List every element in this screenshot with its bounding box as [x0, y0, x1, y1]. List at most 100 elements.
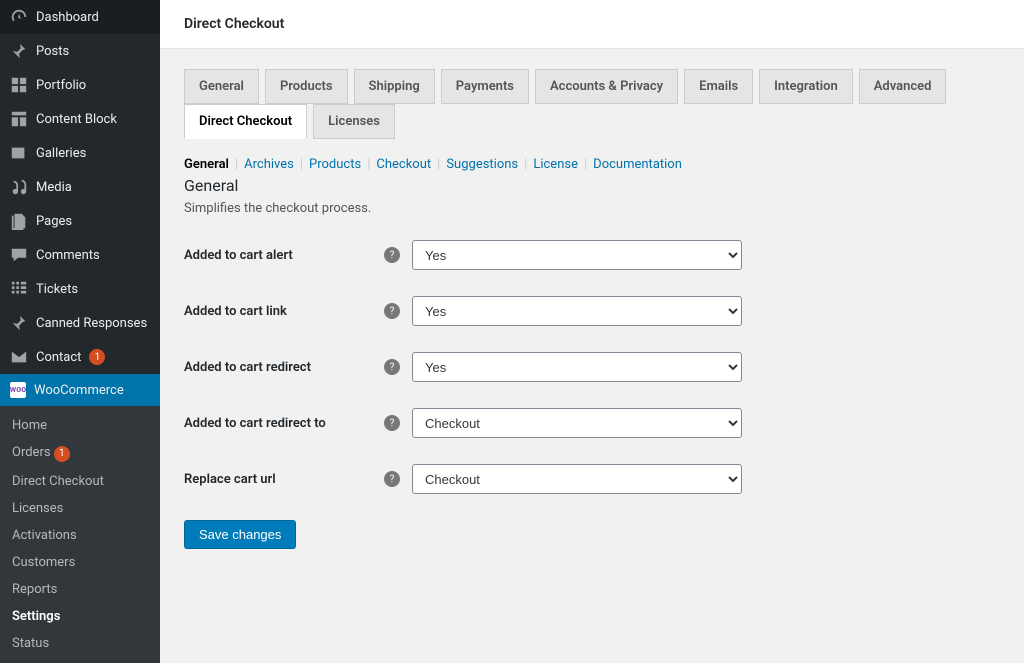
- sidebar-item-label: Dashboard: [36, 10, 99, 25]
- subtab-documentation[interactable]: Documentation: [593, 157, 682, 172]
- section-desc: Simplifies the checkout process.: [184, 201, 1000, 216]
- submenu-item-licenses[interactable]: Licenses: [0, 495, 160, 522]
- form-row-added-to-cart-link: Added to cart link? Yes: [184, 296, 1000, 326]
- media-icon: [10, 178, 28, 196]
- added-to-cart-redirect-to-select[interactable]: Checkout: [412, 408, 742, 438]
- section-title: General: [184, 176, 1000, 195]
- subtab-general[interactable]: General: [184, 157, 229, 172]
- sidebar-item-label: Portfolio: [36, 78, 86, 93]
- field-label: Added to cart alert: [184, 248, 384, 263]
- sidebar-item-contact[interactable]: Contact 1: [0, 340, 160, 374]
- comment-icon: [10, 246, 28, 264]
- tab-licenses[interactable]: Licenses: [313, 104, 395, 139]
- sidebar-item-content-block[interactable]: Content Block: [0, 102, 160, 136]
- images-icon: [10, 144, 28, 162]
- submenu-item-label: Licenses: [12, 501, 63, 516]
- badge: 1: [89, 349, 105, 365]
- submenu-item-activations[interactable]: Activations: [0, 522, 160, 549]
- submenu-item-status[interactable]: Status: [0, 630, 160, 657]
- separator: |: [300, 157, 303, 172]
- settings-subtabs: General | Archives | Products | Checkout | Sugge…: [184, 157, 1000, 172]
- help-icon[interactable]: ?: [384, 303, 400, 319]
- sidebar-item-label: Pages: [36, 214, 72, 229]
- sidebar-item-posts[interactable]: Posts: [0, 34, 160, 68]
- form-row-added-to-cart-redirect-to: Added to cart redirect to? Checkout: [184, 408, 1000, 438]
- tab-products[interactable]: Products: [265, 69, 348, 104]
- save-button[interactable]: Save changes: [184, 520, 296, 549]
- settings-tabs: GeneralProductsShippingPaymentsAccounts …: [184, 69, 1000, 139]
- submenu-item-label: Customers: [12, 555, 75, 570]
- field-label: Added to cart link: [184, 304, 384, 319]
- mail-icon: [10, 348, 28, 366]
- submenu-item-label: Settings: [12, 609, 60, 624]
- gauge-icon: [10, 8, 28, 26]
- tab-shipping[interactable]: Shipping: [354, 69, 435, 104]
- form-row-added-to-cart-alert: Added to cart alert? Yes: [184, 240, 1000, 270]
- sidebar-item-tickets[interactable]: Tickets: [0, 272, 160, 306]
- submenu-item-settings[interactable]: Settings: [0, 603, 160, 630]
- subtab-checkout[interactable]: Checkout: [376, 157, 431, 172]
- sidebar-item-media[interactable]: Media: [0, 170, 160, 204]
- sidebar-item-label: Comments: [36, 248, 100, 263]
- tab-accounts-privacy[interactable]: Accounts & Privacy: [535, 69, 678, 104]
- field-label: Added to cart redirect to: [184, 416, 384, 431]
- submenu-item-label: Activations: [12, 528, 77, 543]
- submenu-item-home[interactable]: Home: [0, 412, 160, 439]
- separator: |: [367, 157, 370, 172]
- tickets-icon: [10, 280, 28, 298]
- page-header: Direct Checkout: [160, 0, 1024, 49]
- tab-payments[interactable]: Payments: [441, 69, 529, 104]
- submenu-item-label: Reports: [12, 582, 57, 597]
- content-area: GeneralProductsShippingPaymentsAccounts …: [160, 49, 1024, 569]
- field-label: Replace cart url: [184, 472, 384, 487]
- woocommerce-submenu: HomeOrders 1Direct CheckoutLicensesActiv…: [0, 406, 160, 663]
- pages-icon: [10, 212, 28, 230]
- added-to-cart-alert-select[interactable]: Yes: [412, 240, 742, 270]
- main-area: Direct Checkout GeneralProductsShippingP…: [160, 0, 1024, 598]
- sidebar-item-label: WooCommerce: [34, 383, 124, 398]
- page-title: Direct Checkout: [184, 16, 1000, 32]
- help-icon[interactable]: ?: [384, 359, 400, 375]
- admin-sidebar: Dashboard Posts Portfolio Content Block Gall…: [0, 0, 160, 598]
- sidebar-item-comments[interactable]: Comments: [0, 238, 160, 272]
- sidebar-item-label: Galleries: [36, 146, 86, 161]
- sidebar-item-woocommerce[interactable]: woo WooCommerce: [0, 374, 160, 406]
- submenu-item-label: Home: [12, 418, 47, 433]
- badge: 1: [54, 446, 70, 462]
- sidebar-item-label: Canned Responses: [36, 316, 147, 331]
- sidebar-item-dashboard[interactable]: Dashboard: [0, 0, 160, 34]
- tab-general[interactable]: General: [184, 69, 259, 104]
- sidebar-item-canned-responses[interactable]: Canned Responses: [0, 306, 160, 340]
- tab-integration[interactable]: Integration: [759, 69, 853, 104]
- separator: |: [524, 157, 527, 172]
- subtab-suggestions[interactable]: Suggestions: [446, 157, 518, 172]
- help-icon[interactable]: ?: [384, 247, 400, 263]
- separator: |: [584, 157, 587, 172]
- sidebar-item-galleries[interactable]: Galleries: [0, 136, 160, 170]
- separator: |: [437, 157, 440, 172]
- sidebar-item-pages[interactable]: Pages: [0, 204, 160, 238]
- woo-icon: woo: [10, 382, 26, 398]
- pin-icon: [10, 42, 28, 60]
- added-to-cart-link-select[interactable]: Yes: [412, 296, 742, 326]
- subtab-products[interactable]: Products: [309, 157, 361, 172]
- submenu-item-orders[interactable]: Orders 1: [0, 439, 160, 468]
- subtab-license[interactable]: License: [533, 157, 578, 172]
- submenu-item-reports[interactable]: Reports: [0, 576, 160, 603]
- submenu-item-label: Status: [12, 636, 49, 651]
- replace-cart-url-select[interactable]: Checkout: [412, 464, 742, 494]
- submenu-item-direct-checkout[interactable]: Direct Checkout: [0, 468, 160, 495]
- submenu-item-label: Orders: [12, 445, 51, 460]
- tab-direct-checkout[interactable]: Direct Checkout: [184, 104, 307, 139]
- pin-icon: [10, 314, 28, 332]
- tab-emails[interactable]: Emails: [684, 69, 753, 104]
- help-icon[interactable]: ?: [384, 471, 400, 487]
- added-to-cart-redirect-select[interactable]: Yes: [412, 352, 742, 382]
- subtab-archives[interactable]: Archives: [244, 157, 294, 172]
- tab-advanced[interactable]: Advanced: [859, 69, 947, 104]
- sidebar-item-portfolio[interactable]: Portfolio: [0, 68, 160, 102]
- sidebar-item-label: Content Block: [36, 112, 117, 127]
- form-row-replace-cart-url: Replace cart url? Checkout: [184, 464, 1000, 494]
- help-icon[interactable]: ?: [384, 415, 400, 431]
- submenu-item-customers[interactable]: Customers: [0, 549, 160, 576]
